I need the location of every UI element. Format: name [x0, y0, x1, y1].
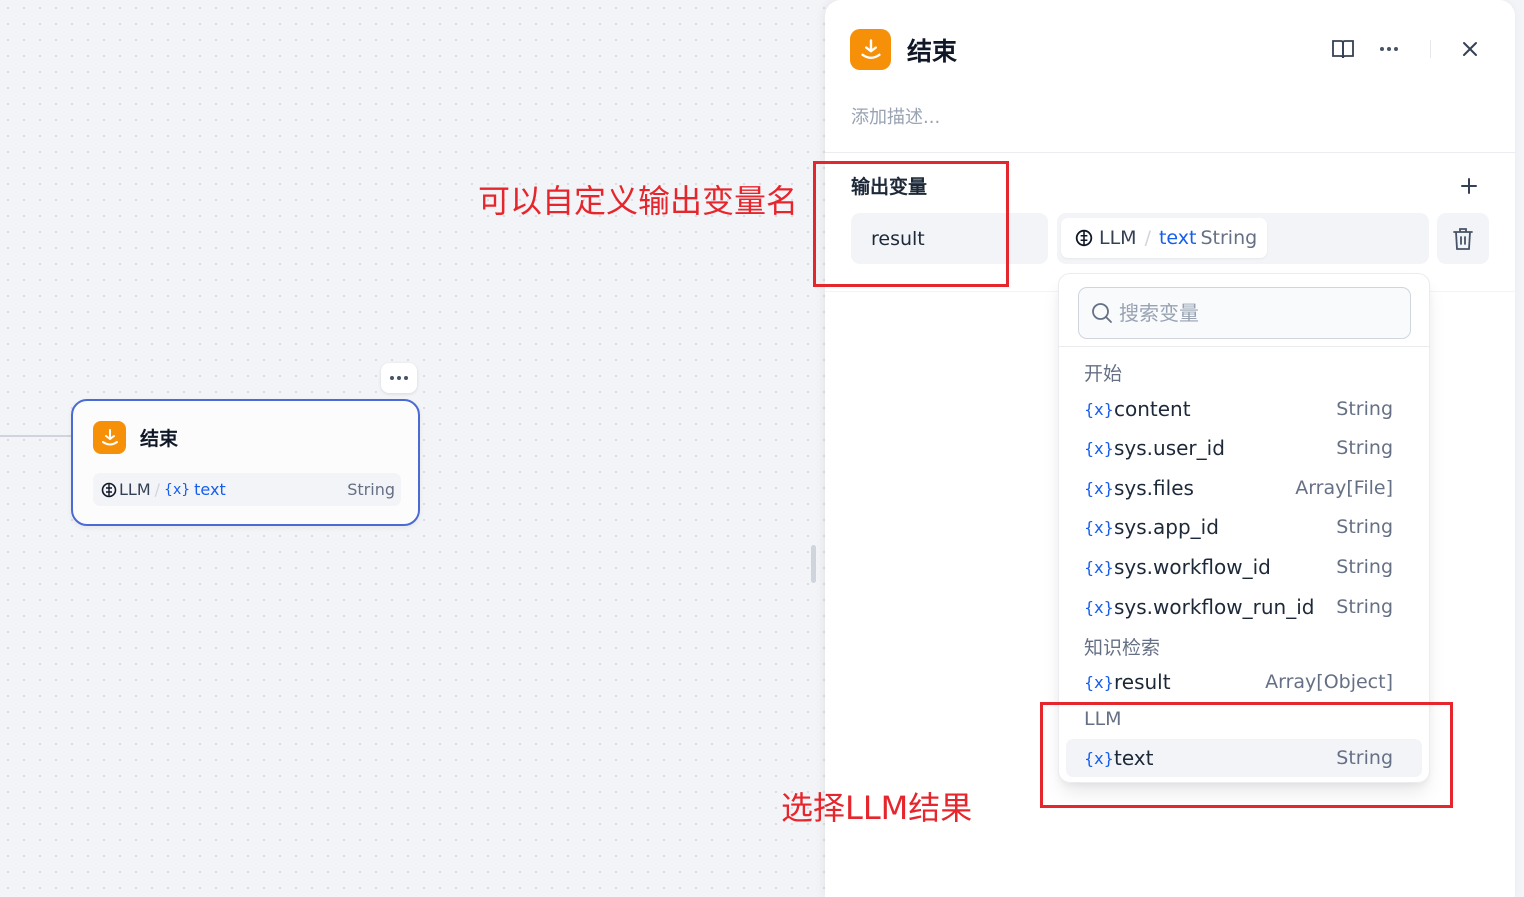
variable-search[interactable]: [1078, 287, 1411, 339]
variable-icon: {x}: [1084, 517, 1114, 537]
variable-icon: {x}: [164, 481, 191, 498]
close-icon[interactable]: [1455, 34, 1485, 64]
end-node-icon: [93, 421, 126, 454]
book-icon[interactable]: [1328, 34, 1358, 64]
end-node[interactable]: 结束 LLM / {x} text String: [71, 399, 420, 526]
list-item[interactable]: {x} sys.workflow_run_id String: [1066, 588, 1422, 626]
variable-name: sys.files: [1114, 476, 1194, 500]
header-divider: [1430, 40, 1431, 58]
trash-icon: [1453, 227, 1473, 250]
delete-variable-button[interactable]: [1437, 213, 1489, 264]
connection-edge: [0, 435, 72, 437]
list-item[interactable]: {x} sys.workflow_id String: [1066, 548, 1422, 586]
selected-var-name: text: [1158, 227, 1197, 249]
variable-type: String: [1336, 596, 1393, 618]
variable-type: String: [1336, 556, 1393, 578]
node-header: 结束: [93, 421, 178, 454]
list-item[interactable]: {x} sys.user_id String: [1066, 429, 1422, 467]
dot: [1387, 47, 1391, 51]
annotation-box-llm-result: [1040, 702, 1453, 808]
dot: [1380, 47, 1384, 51]
dot: [390, 376, 394, 380]
dot: [397, 376, 401, 380]
llm-icon: [1075, 229, 1093, 247]
llm-icon: [101, 482, 117, 497]
variable-name: result: [1114, 670, 1171, 694]
panel-header: 结束: [850, 29, 957, 70]
selected-var-source: LLM: [1099, 227, 1137, 249]
annotation-select-llm: 选择LLM结果: [781, 789, 973, 827]
variable-icon: {x}: [1084, 557, 1114, 577]
list-item[interactable]: {x} sys.files Array[File]: [1066, 469, 1422, 507]
node-var-name: text: [194, 480, 226, 499]
variable-icon: {x}: [1084, 438, 1114, 458]
variable-icon: {x}: [1084, 597, 1114, 617]
more-options-icon[interactable]: [1374, 34, 1404, 64]
divider: [825, 152, 1515, 153]
variable-type: Array[Object]: [1265, 671, 1393, 693]
list-item[interactable]: {x} content String: [1066, 390, 1422, 428]
variable-name: sys.user_id: [1114, 436, 1225, 460]
variable-icon: {x}: [1084, 672, 1114, 692]
group-label-start: 开始: [1084, 363, 1123, 385]
description-input[interactable]: 添加描述...: [851, 103, 940, 129]
variable-selector[interactable]: LLM / text String: [1057, 213, 1429, 264]
node-var-source: LLM: [119, 480, 151, 499]
variable-icon: {x}: [1084, 399, 1114, 419]
list-item[interactable]: {x} result Array[Object]: [1066, 663, 1422, 701]
node-var-separator: /: [154, 480, 161, 499]
search-input[interactable]: [1119, 301, 1399, 325]
variable-name: content: [1114, 397, 1191, 421]
selected-variable-chip[interactable]: LLM / text String: [1061, 218, 1268, 258]
add-variable-icon[interactable]: [1455, 172, 1483, 200]
node-output-variable: LLM / {x} text String: [93, 473, 401, 506]
search-icon: [1092, 303, 1112, 323]
divider: [1059, 346, 1429, 347]
variable-name: sys.app_id: [1114, 515, 1219, 539]
variable-name: sys.workflow_run_id: [1114, 595, 1315, 619]
variable-type: Array[File]: [1295, 477, 1393, 499]
variable-type: String: [1336, 437, 1393, 459]
dot: [1394, 47, 1398, 51]
list-item[interactable]: {x} sys.app_id String: [1066, 508, 1422, 546]
node-title: 结束: [140, 428, 179, 450]
variable-type: String: [1336, 516, 1393, 538]
dot: [404, 376, 408, 380]
annotation-box-variable-name: [813, 161, 1009, 287]
variable-type: String: [1336, 398, 1393, 420]
group-label-knowledge-retrieval: 知识检索: [1084, 637, 1161, 659]
end-node-icon: [850, 29, 891, 70]
node-more-button[interactable]: [381, 363, 417, 393]
variable-name: sys.workflow_id: [1114, 555, 1271, 579]
panel-resize-handle[interactable]: [811, 545, 816, 583]
selected-var-separator: /: [1144, 227, 1151, 249]
variable-icon: {x}: [1084, 478, 1114, 498]
node-var-type: String: [347, 480, 395, 499]
annotation-custom-name: 可以自定义输出变量名: [478, 182, 799, 220]
selected-var-type: String: [1200, 227, 1258, 249]
panel-title: 结束: [907, 36, 958, 66]
